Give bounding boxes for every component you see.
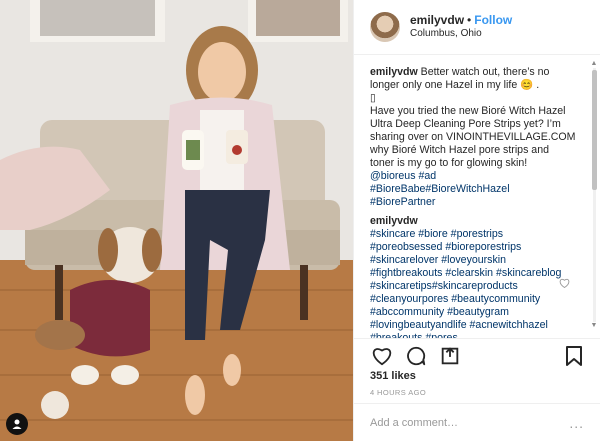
header-username[interactable]: emilyvdw bbox=[410, 13, 464, 27]
follow-button[interactable]: Follow bbox=[474, 13, 512, 27]
share-icon[interactable] bbox=[438, 344, 462, 368]
add-comment-bar: ... bbox=[354, 403, 600, 441]
header-info: emilyvdw • Follow Columbus, Ohio bbox=[410, 13, 512, 41]
comment-tags[interactable]: #skincare #biore #porestrips #poreobsess… bbox=[370, 228, 576, 338]
comments-list[interactable]: emilyvdw Better watch out, there’s no lo… bbox=[354, 56, 600, 338]
caption-placeholder: ▯ bbox=[370, 92, 376, 104]
avatar[interactable] bbox=[370, 12, 400, 42]
post-header: emilyvdw • Follow Columbus, Ohio bbox=[354, 0, 600, 55]
comment-icon[interactable] bbox=[404, 344, 428, 368]
header-row: emilyvdw • Follow bbox=[410, 13, 512, 28]
heart-icon[interactable] bbox=[370, 344, 394, 368]
location-link[interactable]: Columbus, Ohio bbox=[410, 28, 512, 41]
caption: emilyvdw Better watch out, there’s no lo… bbox=[370, 66, 576, 209]
heart-outline-icon[interactable] bbox=[559, 278, 570, 291]
photo-illustration bbox=[0, 0, 353, 441]
comment-item: emilyvdw #skincare #biore #porestrips #p… bbox=[370, 215, 576, 338]
comment-username[interactable]: emilyvdw bbox=[370, 215, 576, 228]
caption-username[interactable]: emilyvdw bbox=[370, 66, 418, 78]
add-comment-input[interactable] bbox=[370, 416, 550, 429]
action-bar bbox=[354, 338, 600, 368]
tag-people-icon[interactable] bbox=[6, 413, 28, 435]
bookmark-icon[interactable] bbox=[562, 344, 586, 368]
instagram-post: emilyvdw • Follow Columbus, Ohio emilyvdw … bbox=[0, 0, 600, 441]
header-separator: • bbox=[467, 13, 472, 28]
scroll-thumb[interactable] bbox=[592, 70, 597, 190]
comments-scrollbar[interactable]: ▲ ▼ bbox=[590, 60, 598, 330]
caption-line-1: emilyvdw Better watch out, there’s no lo… bbox=[370, 66, 576, 92]
more-options-icon[interactable]: ... bbox=[569, 415, 584, 431]
scroll-down-icon[interactable]: ▼ bbox=[590, 322, 598, 330]
post-photo[interactable] bbox=[0, 0, 353, 441]
caption-text-2: Have you tried the new Bioré Witch Hazel… bbox=[370, 105, 576, 169]
post-side-panel: emilyvdw • Follow Columbus, Ohio emilyvdw … bbox=[353, 0, 600, 441]
likes-count[interactable]: 351 likes bbox=[370, 370, 416, 382]
caption-tags[interactable]: @bioreus #ad #BioreBabe#BioreWitchHazel … bbox=[370, 170, 576, 209]
post-timestamp[interactable]: 4 HOURS AGO bbox=[370, 388, 426, 397]
scroll-up-icon[interactable]: ▲ bbox=[590, 60, 598, 68]
